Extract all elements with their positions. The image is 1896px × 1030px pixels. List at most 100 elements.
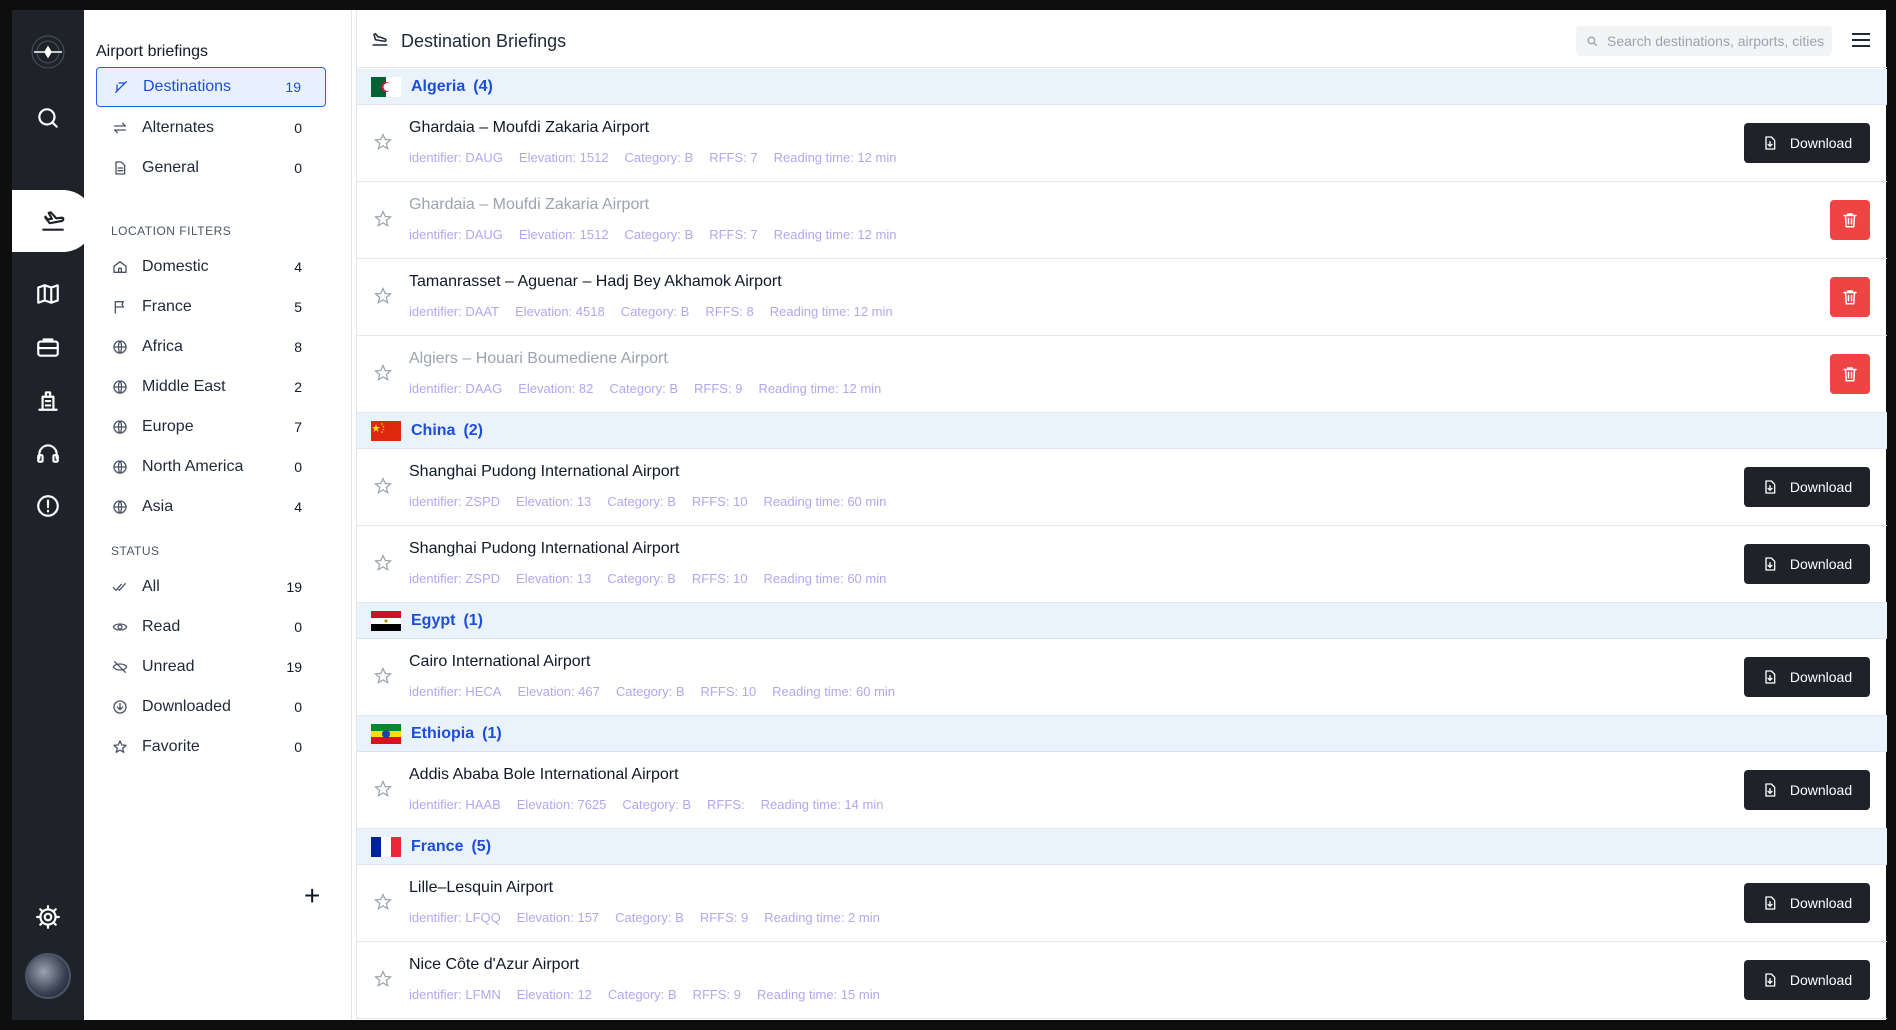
sidebar-item-alternates[interactable]: Alternates 0 bbox=[96, 108, 326, 148]
airport-row[interactable]: Nice Côte d'Azur Airport identifier: LFM… bbox=[357, 942, 1887, 1019]
delete-button[interactable] bbox=[1830, 354, 1870, 394]
download-button[interactable]: Download bbox=[1744, 960, 1870, 1000]
favorite-star-icon[interactable] bbox=[373, 209, 393, 229]
airport-reading-time: Reading time: 60 min bbox=[763, 494, 887, 509]
sidebar-item-downloaded[interactable]: Downloaded 0 bbox=[96, 687, 326, 727]
favorite-star-icon[interactable] bbox=[373, 892, 393, 912]
airport-name: Tamanrasset – Aguenar – Hadj Bey Akhamok… bbox=[409, 273, 782, 290]
download-button[interactable]: Download bbox=[1744, 544, 1870, 584]
add-button[interactable]: + bbox=[304, 882, 320, 910]
airport-meta: identifier: DAUG Elevation: 1512 Categor… bbox=[409, 227, 896, 242]
search-input[interactable] bbox=[1607, 33, 1827, 49]
airport-row[interactable]: Shanghai Pudong International Airport id… bbox=[357, 526, 1887, 603]
rail-briefcase-button[interactable] bbox=[12, 317, 84, 377]
arrows-swap-icon bbox=[112, 120, 128, 136]
sidebar-item-north-america[interactable]: North America 0 bbox=[96, 447, 326, 487]
airport-rffs: RFFS: 9 bbox=[699, 910, 749, 925]
country-group-header[interactable]: Algeria (4) bbox=[357, 69, 1887, 105]
airport-row[interactable]: Shanghai Pudong International Airport id… bbox=[357, 449, 1887, 526]
sidebar-item-destinations[interactable]: Destinations 19 bbox=[96, 67, 326, 107]
plane-icon bbox=[113, 79, 129, 95]
airport-row[interactable]: Algiers – Houari Boumediene Airport iden… bbox=[357, 336, 1887, 413]
app-window: Airport briefings Destinations 19 Altern… bbox=[12, 10, 1887, 1020]
favorite-star-icon[interactable] bbox=[373, 286, 393, 306]
airport-meta: identifier: LFQQ Elevation: 157 Category… bbox=[409, 910, 880, 925]
sidebar-item-unread[interactable]: Unread 19 bbox=[96, 647, 326, 687]
favorite-star-icon[interactable] bbox=[373, 779, 393, 799]
airport-elevation: Elevation: 13 bbox=[516, 571, 592, 586]
favorite-star-icon[interactable] bbox=[373, 132, 393, 152]
airport-identifier: identifier: DAAT bbox=[409, 304, 500, 319]
sidebar-item-france[interactable]: France 5 bbox=[96, 287, 326, 327]
download-label: Download bbox=[1789, 556, 1853, 572]
airport-meta: identifier: HECA Elevation: 467 Category… bbox=[409, 684, 895, 699]
rail-support-button[interactable] bbox=[12, 423, 84, 483]
airport-reading-time: Reading time: 60 min bbox=[772, 684, 896, 699]
sidebar-item-middle-east[interactable]: Middle East 2 bbox=[96, 367, 326, 407]
rail-settings-button[interactable] bbox=[12, 887, 84, 947]
download-button[interactable]: Download bbox=[1744, 770, 1870, 810]
country-group-header[interactable]: China (2) bbox=[357, 413, 1887, 449]
sidebar-item-count: 0 bbox=[294, 120, 302, 136]
delete-button[interactable] bbox=[1830, 200, 1870, 240]
airport-row[interactable]: Addis Ababa Bole International Airport i… bbox=[357, 752, 1887, 829]
rail-search-button[interactable] bbox=[12, 88, 84, 148]
favorite-star-icon[interactable] bbox=[373, 666, 393, 686]
country-group-header[interactable]: Egypt (1) bbox=[357, 603, 1887, 639]
airport-identifier: identifier: DAAG bbox=[409, 381, 503, 396]
sidebar-item-domestic[interactable]: Domestic 4 bbox=[96, 247, 326, 287]
rail-alert-button[interactable] bbox=[12, 476, 84, 536]
download-button[interactable]: Download bbox=[1744, 123, 1870, 163]
delete-button[interactable] bbox=[1830, 277, 1870, 317]
sidebar-item-favorite[interactable]: Favorite 0 bbox=[96, 727, 326, 767]
menu-button[interactable] bbox=[1851, 32, 1871, 48]
airport-row[interactable]: Ghardaia – Moufdi Zakaria Airport identi… bbox=[357, 182, 1887, 259]
airport-reading-time: Reading time: 14 min bbox=[760, 797, 884, 812]
sidebar-item-general[interactable]: General 0 bbox=[96, 148, 326, 188]
sidebar-item-label: Middle East bbox=[142, 378, 226, 395]
page-title: Destination Briefings bbox=[401, 31, 567, 51]
sidebar-item-count: 8 bbox=[294, 339, 302, 355]
sidebar-item-read[interactable]: Read 0 bbox=[96, 607, 326, 647]
favorite-star-icon[interactable] bbox=[373, 553, 393, 573]
file-download-icon bbox=[1765, 480, 1776, 494]
rail-map-button[interactable] bbox=[12, 264, 84, 324]
favorite-star-icon[interactable] bbox=[373, 969, 393, 989]
country-group-header[interactable]: France (5) bbox=[357, 829, 1887, 865]
sidebar-item-africa[interactable]: Africa 8 bbox=[96, 327, 326, 367]
download-button[interactable]: Download bbox=[1744, 883, 1870, 923]
airport-row[interactable]: Lille–Lesquin Airport identifier: LFQQ E… bbox=[357, 865, 1887, 942]
briefcase-icon bbox=[37, 338, 59, 357]
airport-rffs: RFFS: 7 bbox=[709, 150, 758, 165]
alert-circle-icon bbox=[37, 495, 59, 517]
download-button[interactable]: Download bbox=[1744, 467, 1870, 507]
favorite-star-icon[interactable] bbox=[373, 476, 393, 496]
favorite-star-icon[interactable] bbox=[373, 363, 393, 383]
app-logo[interactable] bbox=[28, 32, 68, 72]
file-download-icon bbox=[1765, 783, 1776, 797]
sidebar-item-europe[interactable]: Europe 7 bbox=[96, 407, 326, 447]
sidebar-item-count: 0 bbox=[294, 739, 302, 755]
rail-departures-button[interactable] bbox=[12, 190, 94, 252]
plane-departure-icon bbox=[42, 211, 65, 231]
search-box[interactable] bbox=[1576, 26, 1832, 56]
rail-tower-button[interactable] bbox=[12, 370, 84, 430]
sidebar-item-all[interactable]: All 19 bbox=[96, 567, 326, 607]
egypt-flag-icon bbox=[371, 610, 401, 631]
download-button[interactable]: Download bbox=[1744, 657, 1870, 697]
airport-row[interactable]: Ghardaia – Moufdi Zakaria Airport identi… bbox=[357, 105, 1887, 182]
airport-name: Lille–Lesquin Airport bbox=[409, 879, 554, 896]
airport-row[interactable]: Tamanrasset – Aguenar – Hadj Bey Akhamok… bbox=[357, 259, 1887, 336]
airport-name: Shanghai Pudong International Airport bbox=[409, 463, 680, 480]
airport-meta: identifier: HAAB Elevation: 7625 Categor… bbox=[409, 797, 883, 812]
avatar[interactable] bbox=[25, 953, 71, 999]
airport-row[interactable]: Cairo International Airport identifier: … bbox=[357, 639, 1887, 716]
country-group-header[interactable]: Ethiopia (1) bbox=[357, 716, 1887, 752]
airport-rffs: RFFS: 7 bbox=[709, 227, 758, 242]
sidebar-item-label: North America bbox=[142, 458, 244, 475]
sidebar-item-label: Alternates bbox=[142, 119, 215, 136]
airport-identifier: identifier: LFMN bbox=[409, 987, 501, 1002]
sidebar-item-asia[interactable]: Asia 4 bbox=[96, 487, 326, 527]
airport-reading-time: Reading time: 12 min bbox=[773, 150, 897, 165]
sidebar-item-label: Domestic bbox=[142, 258, 209, 275]
